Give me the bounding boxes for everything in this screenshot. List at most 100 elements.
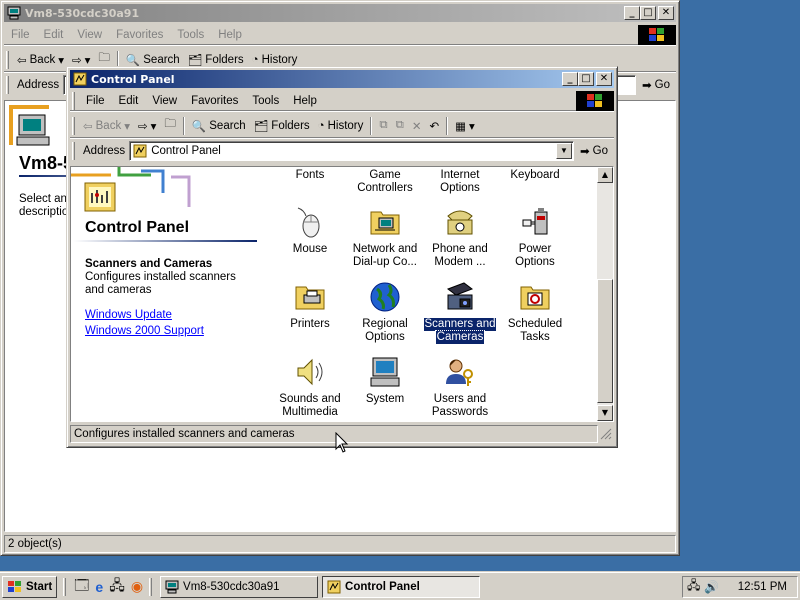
- menu-help[interactable]: Help: [286, 95, 324, 107]
- scroll-down-button[interactable]: ▼: [597, 405, 613, 421]
- speaker-icon: [297, 358, 323, 386]
- computer-icon: [165, 580, 179, 593]
- phone-modem-item[interactable]: Phone and Modem ...: [423, 205, 497, 269]
- menu-file[interactable]: File: [79, 95, 112, 107]
- keyboard-item[interactable]: Keyboard: [498, 169, 572, 182]
- internet-explorer-icon[interactable]: e: [95, 579, 103, 595]
- game-controllers-item[interactable]: Game Controllers: [348, 169, 422, 195]
- network-item[interactable]: Network and Dial-up Co...: [348, 205, 422, 269]
- status-text: 2 object(s): [4, 535, 676, 553]
- undo-icon: ↶: [429, 120, 440, 133]
- delete-icon: ✕: [411, 120, 422, 133]
- browser-icon[interactable]: ◉: [131, 578, 143, 595]
- back-button[interactable]: ⇦ Back ▾: [79, 115, 134, 137]
- address-value: Control Panel: [151, 145, 221, 157]
- windows-logo-icon: [638, 25, 676, 45]
- panel-title: Control Panel: [85, 219, 190, 236]
- selected-item-description: Configures installed scanners and camera…: [85, 271, 236, 296]
- fonts-item[interactable]: Fonts: [273, 169, 347, 182]
- windows-2000-support-link[interactable]: Windows 2000 Support: [85, 325, 204, 337]
- network-tray-icon[interactable]: 🖧: [687, 576, 700, 597]
- go-arrow-icon: ➡: [580, 146, 590, 158]
- minimize-button[interactable]: _: [624, 6, 640, 20]
- scheduled-tasks-item[interactable]: Scheduled Tasks: [498, 280, 572, 344]
- menu-help[interactable]: Help: [211, 29, 249, 41]
- address-label: Address: [83, 145, 126, 157]
- printers-item[interactable]: Printers: [273, 280, 347, 331]
- back-button[interactable]: ⇦ Back ▾: [13, 49, 68, 71]
- windows-update-link[interactable]: Windows Update: [85, 309, 204, 321]
- windows-logo-icon: [8, 580, 21, 592]
- delete-button[interactable]: ✕: [408, 115, 426, 137]
- menu-favorites[interactable]: Favorites: [184, 95, 245, 107]
- resize-grip-icon[interactable]: [598, 426, 614, 442]
- network-icon[interactable]: 🖧: [109, 575, 125, 599]
- globe-icon: [370, 282, 400, 312]
- address-bar: Address Control Panel ▼ ➡ Go: [70, 139, 614, 163]
- views-button[interactable]: ▦ ▾: [451, 115, 479, 137]
- taskbar-item-back-window[interactable]: Vm8-530cdc30a91: [160, 575, 319, 598]
- maximize-button[interactable]: □: [578, 72, 594, 86]
- control-panel-window[interactable]: Control Panel _ □ ✕ File Edit View Favor…: [66, 66, 618, 448]
- go-button[interactable]: ➡ Go: [574, 144, 614, 158]
- control-panel-icon: [84, 182, 116, 212]
- minimize-button[interactable]: _: [562, 72, 578, 86]
- menu-file[interactable]: File: [4, 29, 37, 41]
- toolbar: ⇦ Back ▾ ⇨ ▾ 🗀 🔍 Search 🗂 Folders ◔ History …: [70, 114, 614, 138]
- move-to-button[interactable]: ⧉: [375, 115, 391, 137]
- control-panel-icon: [73, 72, 87, 86]
- history-button[interactable]: ◔ History: [314, 115, 368, 137]
- control-panel-icon: [133, 144, 147, 158]
- taskbar-item-control-panel[interactable]: Control Panel: [322, 575, 481, 598]
- menu-view[interactable]: View: [70, 29, 109, 41]
- scanners-cameras-item[interactable]: Scanners and Cameras: [422, 280, 498, 345]
- clock[interactable]: 12:51 PM: [738, 581, 787, 593]
- show-desktop-icon[interactable]: 🗔: [74, 575, 89, 599]
- up-folder-button[interactable]: 🗀: [160, 115, 180, 137]
- power-options-item[interactable]: Power Options: [498, 205, 572, 269]
- close-button[interactable]: ✕: [596, 72, 612, 86]
- copy-to-button[interactable]: ⧉: [392, 115, 408, 137]
- folders-icon: 🗂: [187, 54, 203, 67]
- menu-tools[interactable]: Tools: [170, 29, 211, 41]
- menubar: File Edit View Favorites Tools Help: [70, 91, 614, 111]
- users-passwords-item[interactable]: Users and Passwords: [423, 355, 497, 419]
- menu-edit[interactable]: Edit: [37, 29, 71, 41]
- system-item[interactable]: System: [348, 355, 422, 406]
- address-dropdown-button[interactable]: ▼: [556, 143, 573, 159]
- scroll-up-button[interactable]: ▲: [597, 167, 613, 183]
- back-window-titlebar[interactable]: Vm8-530cdc30a91 _ □ ✕: [4, 4, 676, 22]
- scroll-thumb[interactable]: [597, 279, 613, 403]
- forward-arrow-icon: ⇨: [72, 54, 82, 67]
- status-text: Configures installed scanners and camera…: [70, 425, 598, 443]
- network-icon: [370, 211, 400, 235]
- forward-button[interactable]: ⇨ ▾: [134, 115, 160, 137]
- mouse-item[interactable]: Mouse: [273, 205, 347, 256]
- address-field[interactable]: Control Panel ▼: [129, 141, 575, 161]
- start-button[interactable]: Start: [2, 575, 58, 598]
- undo-button[interactable]: ↶: [425, 115, 443, 137]
- mouse-cursor-icon: [335, 432, 349, 453]
- menu-edit[interactable]: Edit: [112, 95, 146, 107]
- control-panel-titlebar[interactable]: Control Panel _ □ ✕: [70, 70, 614, 88]
- go-button[interactable]: ➡ Go: [636, 78, 676, 92]
- search-button[interactable]: 🔍 Search: [188, 115, 250, 137]
- window-title: Control Panel: [91, 72, 175, 86]
- regional-options-item[interactable]: Regional Options: [348, 280, 422, 344]
- maximize-button[interactable]: □: [640, 6, 656, 20]
- computer-icon: [7, 6, 21, 20]
- go-arrow-icon: ➡: [642, 80, 652, 92]
- taskbar: Start 🗔 e 🖧 ◉ Vm8-530cdc30a91 Control Pa…: [0, 572, 800, 600]
- menu-view[interactable]: View: [145, 95, 184, 107]
- history-icon: ◔: [317, 119, 325, 132]
- vertical-scrollbar[interactable]: ▲ ▼: [597, 167, 613, 421]
- internet-options-item[interactable]: Internet Options: [423, 169, 497, 195]
- volume-tray-icon[interactable]: 🔊: [704, 580, 719, 594]
- move-to-icon: ⧉: [379, 119, 388, 131]
- folders-button[interactable]: 🗂 Folders: [250, 115, 314, 137]
- menu-tools[interactable]: Tools: [245, 95, 286, 107]
- close-button[interactable]: ✕: [658, 6, 674, 20]
- menu-favorites[interactable]: Favorites: [109, 29, 170, 41]
- sounds-multimedia-item[interactable]: Sounds and Multimedia: [273, 355, 347, 419]
- scanner-icon: [446, 282, 474, 310]
